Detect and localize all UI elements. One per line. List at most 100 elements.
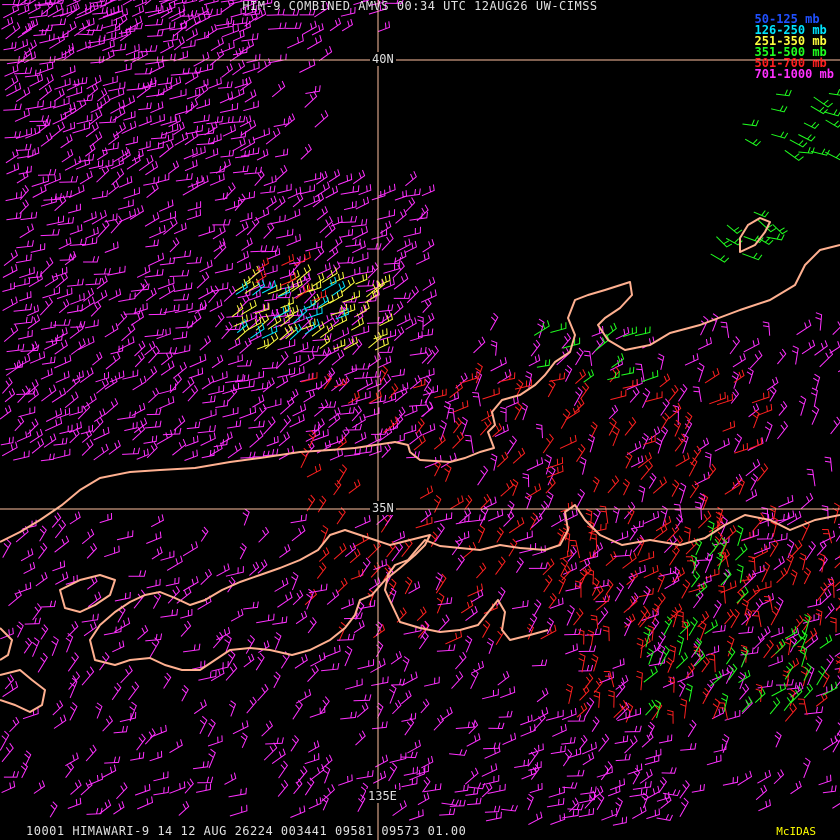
wind-barb [535,423,543,439]
wind-barb [803,757,811,779]
wind-barb [636,637,644,659]
wind-barb [467,583,484,597]
wind-barb [33,28,48,36]
wind-barb [145,239,159,248]
wind-barb [691,571,701,588]
wind-barb [684,353,699,366]
wind-barb [304,777,315,796]
wind-barb [455,721,476,729]
wind-barb [23,561,36,575]
wind-barb [472,392,481,407]
wind-barb [186,256,202,264]
wind-barb [148,252,165,267]
wind-barb [198,285,213,300]
wind-barb [784,626,798,640]
wind-barb [3,771,19,778]
wind-barb [697,510,712,529]
wind-barb [490,357,507,372]
wind-barb [266,248,281,260]
wind-barb [144,340,156,356]
wind-barb [778,401,788,416]
wind-barb [667,709,674,724]
wind-barb [274,632,282,650]
wind-barb [148,387,160,403]
wind-barb [551,512,566,528]
wind-barb [774,731,782,748]
wind-barb [279,415,292,433]
wind-barb [638,551,655,563]
wind-barb [305,240,323,252]
wind-barb [116,530,134,541]
wind-barb [515,557,524,573]
wind-barb [16,429,32,443]
wind-barb [673,419,682,437]
wind-barb [356,770,374,780]
wind-barb [146,578,161,589]
wind-barb [726,224,743,235]
wind-barb [55,571,69,585]
wind-barb [474,371,483,391]
wind-barb [777,421,789,440]
wind-barb [97,94,111,110]
wind-barb [341,276,355,294]
wind-barb [296,766,308,784]
wind-barb [184,449,198,461]
wind-barb [25,100,44,110]
wind-barb [343,200,357,211]
wind-barb [530,763,540,780]
wind-barb [419,485,434,499]
wind-barb [536,687,549,703]
wind-barb [464,495,473,510]
wind-barb [173,293,190,301]
wind-barb [110,344,124,355]
wind-barb [829,341,840,354]
wind-barb [575,347,584,366]
wind-barb [309,706,326,718]
wind-barb [152,591,162,609]
wind-barb [67,278,84,287]
wind-barb [69,405,83,416]
wind-barb [55,370,70,384]
wind-barb [59,175,79,183]
wind-barb [393,292,411,299]
wind-barb [50,18,67,26]
wind-barb [14,416,25,432]
wind-barb [76,28,95,36]
wind-barb [26,304,40,317]
wind-barb [185,124,204,135]
wind-barb [184,435,199,447]
wind-barb [401,777,418,788]
wind-barb [156,429,173,445]
wind-barb [44,417,63,432]
wind-barb [195,783,212,793]
wind-barb [39,296,54,316]
wind-barb [244,166,262,175]
wind-barb [40,132,53,147]
wind-barb [263,416,276,435]
wind-barb [367,352,382,368]
wind-barb [679,780,690,799]
wind-barb [716,236,733,248]
wind-barb [136,733,146,751]
wind-barb [537,318,545,339]
wind-barb [341,18,353,32]
wind-barb [120,149,131,163]
wind-barb [146,442,158,459]
wind-barb [174,302,193,314]
wind-barb [85,277,102,286]
wind-barb [582,752,595,766]
wind-barb [323,645,341,658]
wind-barb [825,119,840,128]
wind-barb [185,28,198,42]
wind-barb [208,385,225,396]
wind-barb [267,22,287,30]
wind-barb [646,808,660,820]
wind-barb [193,699,207,715]
wind-barb [445,630,463,645]
wind-barb [423,676,440,687]
wind-barb [29,428,43,444]
wind-barb [290,735,300,752]
wind-barb [737,478,745,495]
wind-barb [19,223,34,239]
wind-barb [172,250,192,259]
